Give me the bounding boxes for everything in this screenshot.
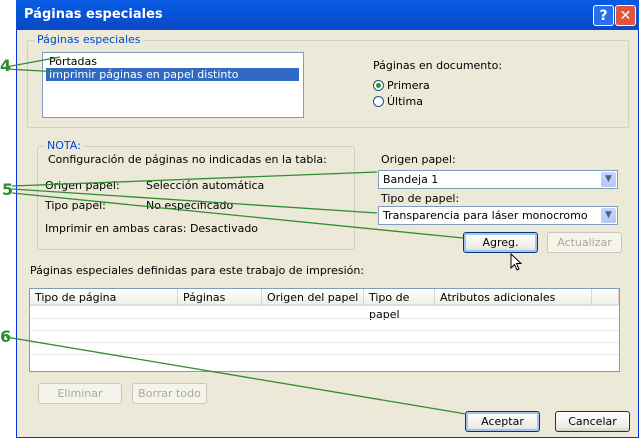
callout-6: 6 [0, 327, 12, 346]
callout-4: 4 [0, 56, 12, 75]
callout-lines [5, 56, 467, 415]
callout-5: 5 [2, 180, 14, 199]
